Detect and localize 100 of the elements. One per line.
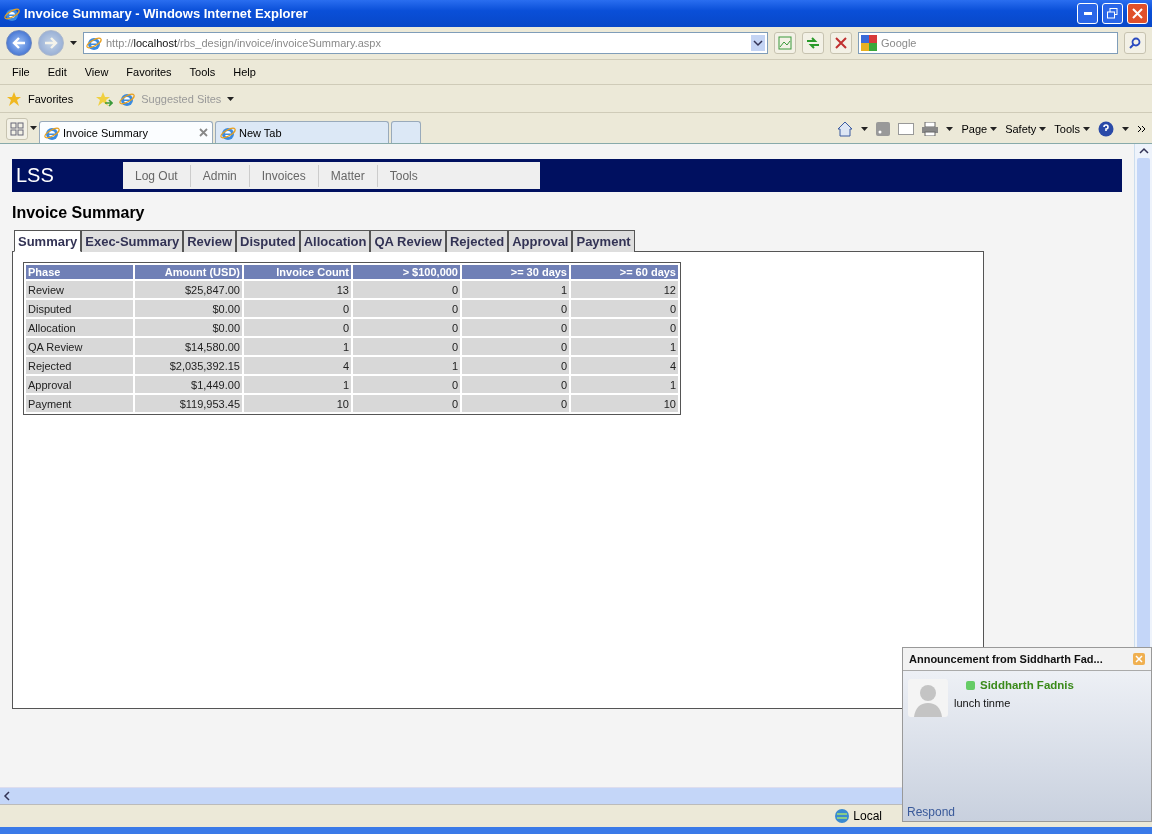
- star-icon[interactable]: [6, 90, 22, 107]
- nav-link[interactable]: Tools: [376, 164, 430, 187]
- menu-item[interactable]: Favorites: [120, 66, 178, 78]
- table-cell: 0: [244, 300, 351, 317]
- table-cell: $2,035,392.15: [135, 357, 242, 374]
- search-field[interactable]: Google: [858, 32, 1118, 54]
- tab[interactable]: QA Review: [370, 230, 446, 252]
- chevrons-icon[interactable]: [1137, 125, 1146, 133]
- table-cell: 10: [244, 395, 351, 412]
- restore-button[interactable]: [1102, 3, 1123, 24]
- mail-icon[interactable]: [898, 123, 915, 135]
- nav-link[interactable]: Admin: [189, 164, 249, 187]
- table-cell: 10: [571, 395, 678, 412]
- table-cell: Payment: [26, 395, 133, 412]
- tab[interactable]: Disputed: [236, 230, 300, 252]
- caret-icon[interactable]: [946, 127, 954, 131]
- table-cell: 0: [462, 300, 569, 317]
- help-icon[interactable]: [1098, 121, 1114, 137]
- caret-icon[interactable]: [227, 96, 235, 101]
- table-cell: 4: [244, 357, 351, 374]
- menu-item[interactable]: Help: [227, 66, 262, 78]
- table-cell: 1: [571, 338, 678, 355]
- column-header: Amount (USD): [135, 265, 242, 279]
- table-cell: Approval: [26, 376, 133, 393]
- tab[interactable]: Review: [183, 230, 236, 252]
- favorites-button[interactable]: Favorites: [28, 92, 74, 105]
- stop-icon: [835, 37, 847, 49]
- table-cell: 0: [571, 319, 678, 336]
- network-icon: [834, 808, 851, 824]
- menu-item[interactable]: File: [6, 66, 36, 78]
- table-cell: 0: [462, 376, 569, 393]
- table-cell: 0: [353, 395, 460, 412]
- close-button[interactable]: [1127, 3, 1148, 24]
- caret-icon[interactable]: [30, 126, 37, 130]
- refresh-button[interactable]: [802, 32, 824, 54]
- nav-link[interactable]: Log Out: [123, 164, 190, 187]
- close-tab-icon[interactable]: [199, 128, 208, 137]
- add-favorite-icon[interactable]: [95, 90, 114, 107]
- caret-icon[interactable]: [990, 127, 998, 131]
- browser-tab[interactable]: Invoice Summary: [39, 121, 213, 143]
- caret-icon[interactable]: [861, 127, 869, 131]
- table-cell: Disputed: [26, 300, 133, 317]
- table-cell: 1: [462, 281, 569, 298]
- menu-item[interactable]: View: [78, 66, 115, 78]
- table-cell: 1: [353, 357, 460, 374]
- table-cell: Rejected: [26, 357, 133, 374]
- column-header: Invoice Count: [244, 265, 351, 279]
- online-status-icon: [966, 680, 975, 690]
- tab[interactable]: Summary: [14, 230, 82, 252]
- stop-button[interactable]: [830, 32, 852, 54]
- command-menu[interactable]: Safety: [1005, 123, 1037, 135]
- tab[interactable]: Approval: [508, 230, 573, 252]
- caret-icon[interactable]: [1083, 127, 1090, 131]
- command-menu[interactable]: Tools: [1054, 123, 1080, 135]
- table-cell: 0: [353, 319, 460, 336]
- menu-item[interactable]: Tools: [183, 66, 222, 78]
- browser-logo-icon: [4, 5, 20, 22]
- table-cell: 0: [571, 300, 678, 317]
- minimize-icon: [1083, 12, 1092, 15]
- address-field[interactable]: http://localhost/rbs_design/invoice/invoiceSummary.aspx: [83, 32, 768, 54]
- refresh-icon: [805, 36, 821, 50]
- dropdown-icon[interactable]: [751, 35, 765, 51]
- page-icon: [86, 35, 102, 51]
- column-header: >= 30 days: [462, 265, 569, 279]
- table-cell: 0: [462, 319, 569, 336]
- print-icon[interactable]: [922, 122, 939, 136]
- menu-item[interactable]: Edit: [41, 66, 73, 78]
- column-header: >= 60 days: [571, 265, 678, 279]
- avatar-icon: [908, 679, 948, 717]
- search-button[interactable]: [1124, 32, 1146, 54]
- respond-link[interactable]: Respond: [903, 803, 1151, 821]
- nav-link[interactable]: Invoices: [248, 164, 318, 187]
- suggested-sites-icon: [119, 90, 136, 107]
- table-cell: $0.00: [135, 300, 242, 317]
- caret-icon[interactable]: [1122, 127, 1129, 131]
- tab[interactable]: Payment: [572, 230, 635, 252]
- table-cell: Review: [26, 281, 133, 298]
- table-cell: $14,580.00: [135, 338, 242, 355]
- back-button[interactable]: [6, 30, 32, 56]
- command-menu[interactable]: Page: [961, 123, 988, 135]
- table-cell: $0.00: [135, 319, 242, 336]
- minimize-button[interactable]: [1077, 3, 1098, 24]
- nav-link[interactable]: Matter: [317, 164, 377, 187]
- arrow-right-icon: [44, 37, 58, 49]
- window-title: Invoice Summary - Windows Internet Explorer: [24, 6, 309, 21]
- tab[interactable]: Exec-Summary: [81, 230, 184, 252]
- home-icon[interactable]: [837, 121, 854, 137]
- browser-tab[interactable]: New Tab: [215, 121, 389, 143]
- restore-icon: [1107, 8, 1118, 19]
- caret-icon[interactable]: [70, 41, 77, 45]
- column-header: Phase: [26, 265, 133, 279]
- table-cell: 1: [571, 376, 678, 393]
- tab[interactable]: Allocation: [299, 230, 371, 252]
- page-icon: [220, 124, 236, 141]
- caret-icon[interactable]: [1039, 127, 1047, 131]
- tab[interactable]: Rejected: [445, 230, 509, 252]
- table-cell: 0: [462, 357, 569, 374]
- table-cell: 12: [571, 281, 678, 298]
- popup-title: Announcement from Siddharth Fad...: [909, 653, 1103, 665]
- table-cell: QA Review: [26, 338, 133, 355]
